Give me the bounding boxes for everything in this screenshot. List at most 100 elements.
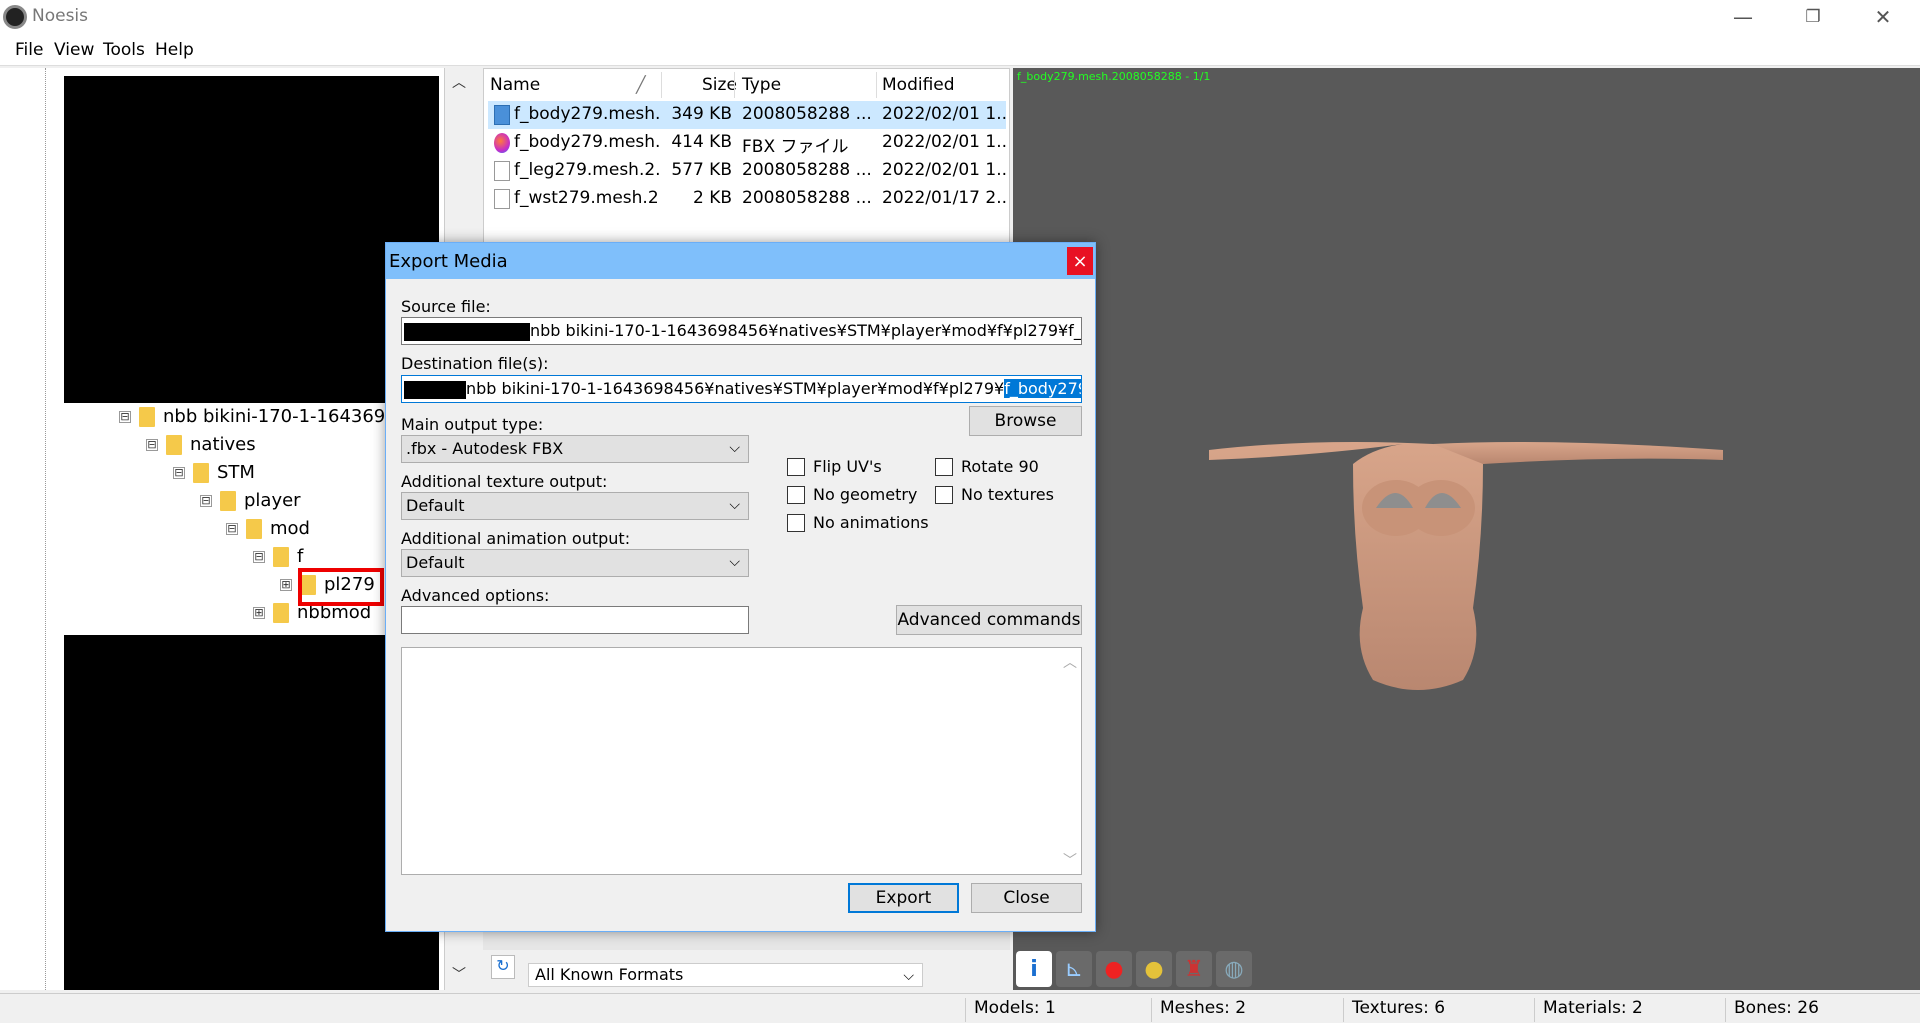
model-viewport[interactable] — [1013, 68, 1920, 990]
format-filter-select[interactable]: All Known Formats ⌵ — [528, 963, 923, 987]
column-separator[interactable] — [876, 72, 877, 98]
folder-tree-pane[interactable]: ⊟ nbb bikini-170-1-16436984 ⊟ natives ⊟ … — [0, 68, 445, 990]
folder-icon — [166, 434, 182, 455]
file-row[interactable]: f_body279.mesh... 349 KB 2008058288 ... … — [488, 101, 1006, 129]
file-row[interactable]: f_leg279.mesh.2... 577 KB 2008058288 ...… — [488, 157, 1006, 185]
folder-icon — [193, 462, 209, 483]
app-title: Noesis — [32, 6, 89, 26]
dialog-title-bar[interactable]: Export Media × — [386, 243, 1095, 279]
browse-button[interactable]: Browse — [969, 406, 1082, 436]
collapse-icon[interactable]: ⊟ — [253, 550, 265, 563]
tree-node-mod[interactable]: ⊟ mod — [226, 518, 310, 539]
export-button[interactable]: Export — [848, 883, 959, 913]
noesis-app-icon — [3, 5, 27, 29]
checkbox-label: Flip UV's — [813, 457, 882, 476]
tree-node-label: STM — [217, 462, 255, 483]
file-name: f_body279.mesh... — [514, 104, 659, 124]
file-name: f_leg279.mesh.2... — [514, 160, 659, 180]
texture-output-select[interactable]: Default ⌵ — [401, 492, 749, 520]
checkbox-box[interactable] — [787, 513, 805, 532]
advanced-options-label: Advanced options: — [401, 586, 550, 605]
checkbox-box[interactable] — [935, 457, 953, 476]
checkbox-box[interactable] — [935, 485, 953, 504]
no-animations-checkbox[interactable]: No animations — [787, 513, 929, 532]
folder-icon — [246, 518, 262, 539]
column-header-name[interactable]: Name — [490, 75, 540, 95]
texture-output-label: Additional texture output: — [401, 472, 608, 491]
stamp-icon[interactable]: ♜ — [1176, 951, 1212, 987]
viewport-model-label: f_body279.mesh.2008058288 - 1/1 — [1017, 70, 1211, 83]
advanced-commands-button[interactable]: Advanced commands — [896, 605, 1082, 635]
folder-icon — [220, 490, 236, 511]
close-button[interactable]: Close — [971, 883, 1082, 913]
column-header-size[interactable]: Size — [702, 75, 737, 95]
checkbox-label: No geometry — [813, 485, 918, 504]
scroll-up-icon[interactable]: ︿ — [448, 72, 470, 92]
status-bar: Models: 1 Meshes: 2 Textures: 6 Material… — [0, 993, 1920, 1023]
advanced-options-input[interactable] — [401, 606, 749, 634]
file-row[interactable]: f_body279.mesh... 414 KB FBX ファイル 2022/0… — [488, 129, 1006, 157]
collapse-icon[interactable]: ⊟ — [119, 410, 131, 423]
collapse-icon[interactable]: ⊟ — [173, 466, 185, 479]
flip-uvs-checkbox[interactable]: Flip UV's — [787, 457, 882, 476]
scroll-down-icon[interactable]: ﹀ — [1059, 850, 1081, 870]
file-list-pane[interactable]: Name ╱ Size Type Modified f_body279.mesh… — [483, 68, 1010, 243]
scroll-up-icon[interactable]: ︿ — [1059, 652, 1081, 672]
collapse-icon[interactable]: ⊟ — [146, 438, 158, 451]
file-name: f_body279.mesh... — [514, 132, 659, 152]
column-header-type[interactable]: Type — [742, 75, 781, 95]
tree-node-natives[interactable]: ⊟ natives — [146, 434, 256, 455]
menu-help[interactable]: Help — [155, 40, 194, 60]
info-icon[interactable]: i — [1016, 951, 1052, 987]
file-size: 577 KB — [671, 160, 732, 180]
expand-icon[interactable]: ⊞ — [253, 606, 265, 619]
scroll-down-icon[interactable]: ﹀ — [448, 964, 470, 984]
menu-tools[interactable]: Tools — [103, 40, 145, 60]
collapse-icon[interactable]: ⊟ — [226, 522, 238, 535]
redacted-region — [64, 635, 439, 990]
animation-output-select[interactable]: Default ⌵ — [401, 549, 749, 577]
tree-node-stm[interactable]: ⊟ STM — [173, 462, 255, 483]
file-type: FBX ファイル — [742, 137, 849, 157]
destination-file-field[interactable]: nbb bikini-170-1-1643698456¥natives¥STM¥… — [401, 375, 1082, 403]
status-textures: Textures: 6 — [1343, 998, 1445, 1022]
folder-icon — [139, 406, 155, 427]
maximize-button[interactable]: ❐ — [1790, 0, 1836, 34]
file-type: 2008058288 ... — [742, 188, 872, 208]
file-row[interactable]: f_wst279.mesh.2... 2 KB 2008058288 ... 2… — [488, 185, 1006, 213]
column-header-modified[interactable]: Modified — [882, 75, 955, 95]
tree-node-f[interactable]: ⊟ f — [253, 546, 303, 567]
refresh-icon[interactable]: ↻ — [491, 955, 515, 979]
menu-view[interactable]: View — [54, 40, 94, 60]
checkbox-box[interactable] — [787, 485, 805, 504]
menu-file[interactable]: File — [15, 40, 43, 60]
dialog-close-icon[interactable]: × — [1067, 247, 1093, 275]
column-separator[interactable] — [734, 72, 735, 98]
no-textures-checkbox[interactable]: No textures — [935, 485, 1054, 504]
generic-file-icon — [494, 161, 510, 181]
checkbox-label: No animations — [813, 513, 929, 532]
file-type: 2008058288 ... — [742, 104, 872, 124]
no-geometry-checkbox[interactable]: No geometry — [787, 485, 917, 504]
axes-icon[interactable]: ⊾ — [1056, 951, 1092, 987]
folder-icon — [273, 602, 289, 623]
column-separator[interactable] — [661, 72, 662, 98]
tree-node-player[interactable]: ⊟ player — [200, 490, 301, 511]
export-log-area[interactable]: ︿ ﹀ — [401, 647, 1082, 875]
animation-output-value: Default — [406, 553, 465, 572]
checkbox-box[interactable] — [787, 457, 805, 476]
red-dome-icon[interactable]: ● — [1096, 951, 1132, 987]
chevron-down-icon: ⌵ — [903, 968, 914, 984]
minimize-button[interactable]: — — [1720, 0, 1766, 34]
expand-icon[interactable]: ⊞ — [280, 578, 292, 591]
globe-icon[interactable]: ◍ — [1216, 951, 1252, 987]
tree-node-nbb-bikini[interactable]: ⊟ nbb bikini-170-1-16436984 — [119, 406, 408, 427]
redacted-path — [404, 322, 530, 341]
status-materials: Materials: 2 — [1534, 998, 1643, 1022]
main-output-select[interactable]: .fbx - Autodesk FBX ⌵ — [401, 435, 749, 463]
sphere-icon[interactable]: ● — [1136, 951, 1172, 987]
source-file-field[interactable]: nbb bikini-170-1-1643698456¥natives¥STM¥… — [401, 317, 1082, 345]
collapse-icon[interactable]: ⊟ — [200, 494, 212, 507]
rotate-90-checkbox[interactable]: Rotate 90 — [935, 457, 1039, 476]
close-window-button[interactable]: ✕ — [1860, 0, 1906, 34]
